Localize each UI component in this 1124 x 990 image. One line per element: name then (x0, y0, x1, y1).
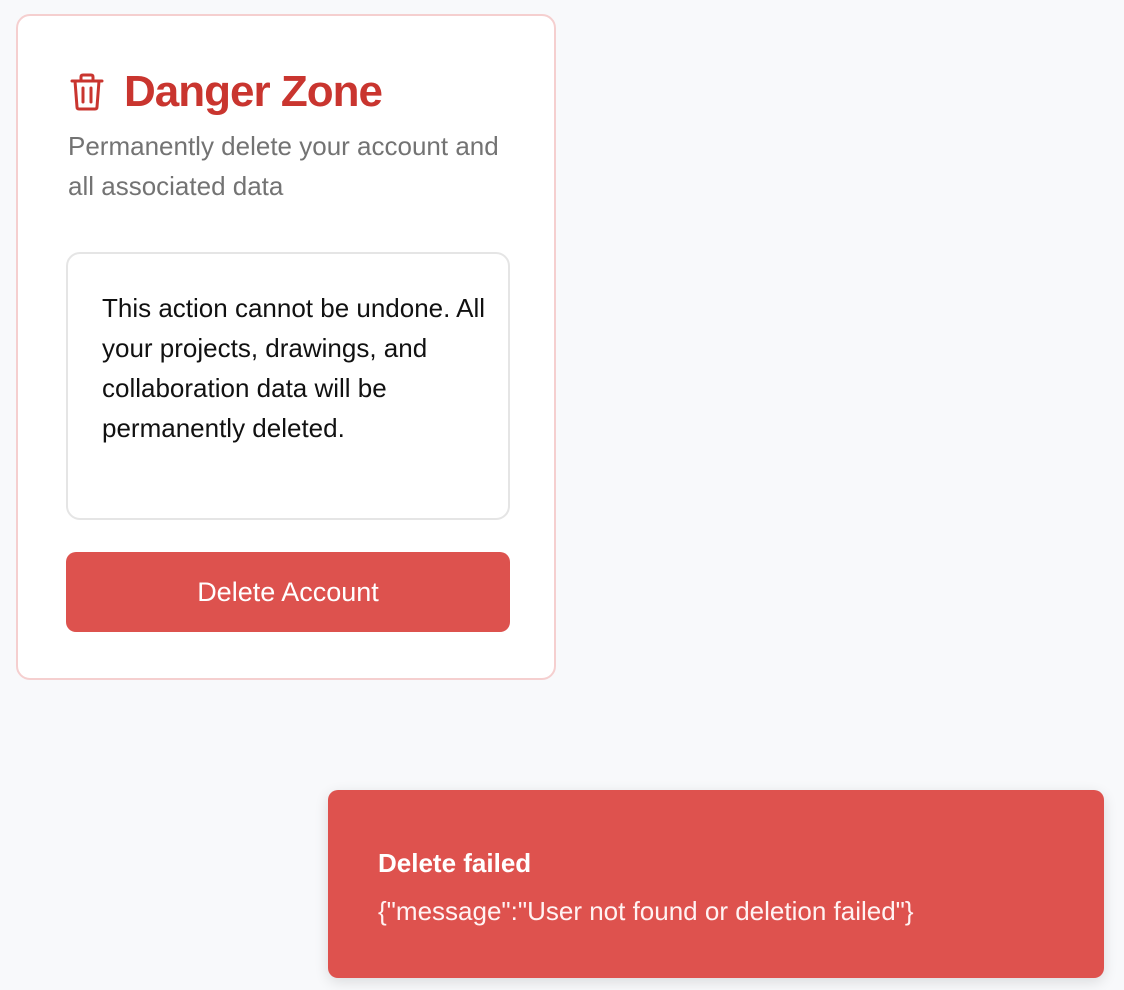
warning-text: This action cannot be undone. All your p… (102, 293, 486, 443)
toast-title: Delete failed (378, 848, 532, 878)
toast-message: {"message":"User not found or deletion f… (378, 896, 914, 926)
danger-zone-header: Danger Zone (68, 66, 383, 118)
danger-zone-subtitle: Permanently delete your account and all … (68, 131, 499, 201)
error-toast[interactable]: Delete failed {"message":"User not found… (328, 790, 1104, 978)
danger-zone-card: Danger Zone Permanently delete your acco… (16, 14, 556, 680)
delete-account-button[interactable]: Delete Account (66, 552, 510, 632)
warning-box: This action cannot be undone. All your p… (66, 252, 510, 520)
danger-zone-title: Danger Zone (124, 67, 383, 116)
trash-icon (68, 72, 106, 112)
